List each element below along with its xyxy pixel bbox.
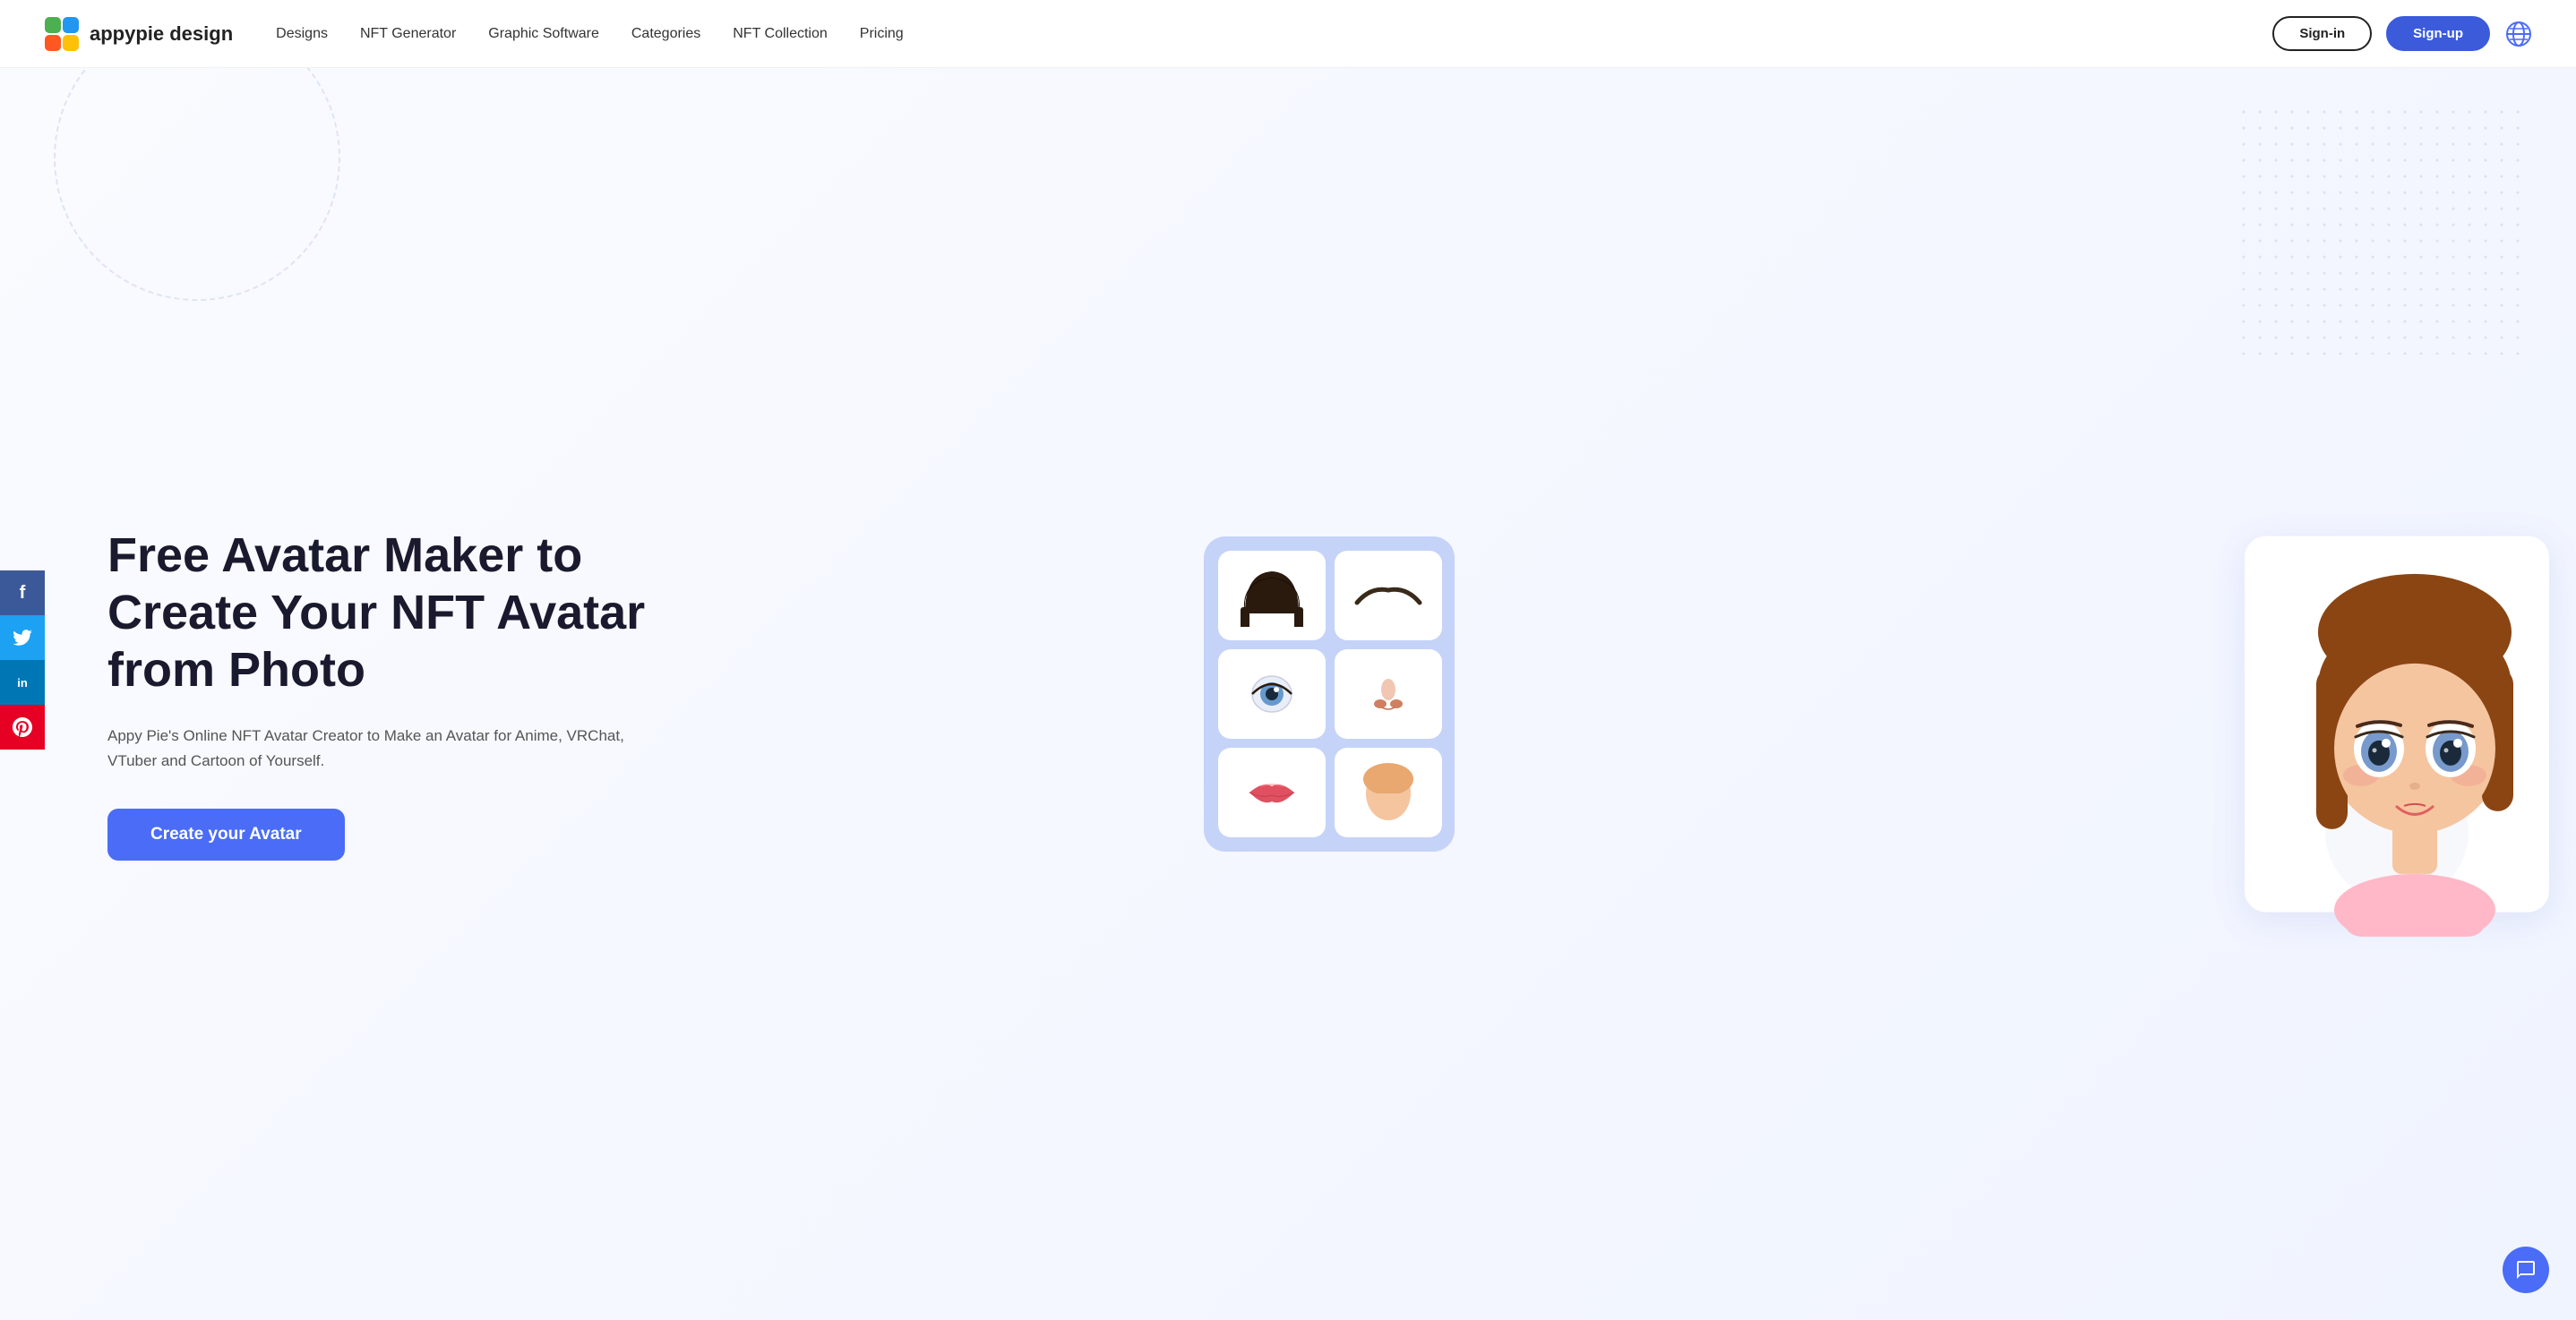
eyebrow-option[interactable] bbox=[1335, 551, 1442, 640]
lips-option[interactable] bbox=[1218, 748, 1326, 837]
nav-graphic-software[interactable]: Graphic Software bbox=[488, 26, 599, 42]
nav-designs[interactable]: Designs bbox=[276, 26, 328, 42]
social-linkedin-button[interactable]: in bbox=[0, 660, 45, 705]
nose-option[interactable] bbox=[1335, 649, 1442, 739]
hero-section: Free Avatar Maker to Create Your NFT Ava… bbox=[0, 68, 2576, 1320]
avatar-selector-card bbox=[1204, 536, 1455, 852]
logo[interactable]: appypie design bbox=[43, 15, 233, 53]
eye-option[interactable] bbox=[1218, 649, 1326, 739]
hero-title: Free Avatar Maker to Create Your NFT Ava… bbox=[107, 527, 717, 699]
logo-icon bbox=[43, 15, 81, 53]
social-facebook-button[interactable]: f bbox=[0, 570, 45, 615]
social-twitter-button[interactable] bbox=[0, 615, 45, 660]
social-sidebar: f in bbox=[0, 570, 45, 750]
hair-option[interactable] bbox=[1218, 551, 1326, 640]
nav-pricing[interactable]: Pricing bbox=[860, 26, 904, 42]
nav-actions: Sign-in Sign-up bbox=[2272, 16, 2533, 51]
signup-button[interactable]: Sign-up bbox=[2386, 16, 2490, 51]
nav-nft-generator[interactable]: NFT Generator bbox=[360, 26, 456, 42]
nav-categories[interactable]: Categories bbox=[631, 26, 700, 42]
face-option[interactable] bbox=[1335, 748, 1442, 837]
navbar: appypie design Designs NFT Generator Gra… bbox=[0, 0, 2576, 68]
hero-illustration bbox=[1159, 68, 2576, 1320]
create-avatar-button[interactable]: Create your Avatar bbox=[107, 809, 345, 861]
globe-icon[interactable] bbox=[2504, 20, 2533, 48]
chat-button[interactable] bbox=[2503, 1247, 2549, 1293]
hero-subtitle: Appy Pie's Online NFT Avatar Creator to … bbox=[107, 724, 627, 772]
social-pinterest-button[interactable] bbox=[0, 705, 45, 750]
nav-nft-collection[interactable]: NFT Collection bbox=[733, 26, 828, 42]
avatar-character bbox=[2263, 543, 2567, 941]
signin-button[interactable]: Sign-in bbox=[2272, 16, 2372, 51]
hero-content: Free Avatar Maker to Create Your NFT Ava… bbox=[107, 527, 717, 861]
arc-decoration bbox=[54, 68, 340, 301]
logo-text: appypie design bbox=[90, 22, 233, 46]
nav-links: Designs NFT Generator Graphic Software C… bbox=[276, 26, 2272, 42]
